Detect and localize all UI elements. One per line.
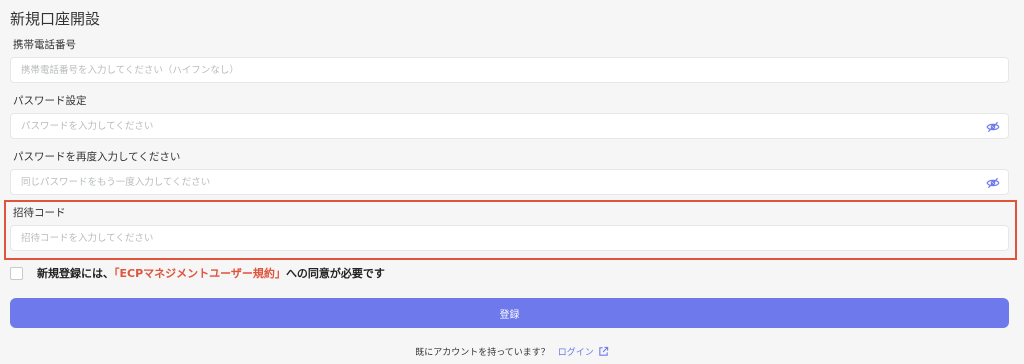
password-input[interactable]: [11, 114, 1008, 138]
external-link-icon: [599, 346, 608, 356]
phone-field: [10, 57, 1009, 83]
invite-code-field: [10, 225, 1009, 251]
agreement-prefix: 新規登録には、: [37, 267, 114, 280]
phone-label: 携帯電話番号: [13, 39, 76, 51]
password-confirm-field: [10, 169, 1009, 195]
password-field: [10, 113, 1009, 139]
phone-input[interactable]: [11, 58, 1008, 82]
register-button[interactable]: 登録: [10, 298, 1009, 328]
login-prompt-text: 既にアカウントを持っています？: [415, 348, 550, 358]
password-confirm-input[interactable]: [11, 170, 1008, 194]
login-link-label: ログイン: [557, 348, 594, 358]
login-link[interactable]: ログイン: [557, 346, 609, 358]
agreement-suffix: への同意が必要です: [285, 267, 385, 280]
password-confirm-label: パスワードを再度入力してください: [13, 151, 181, 163]
eye-slash-icon[interactable]: [986, 176, 1000, 190]
invite-code-label: 招待コード: [13, 207, 66, 219]
login-prompt: 既にアカウントを持っています？ ログイン: [0, 345, 1024, 358]
terms-link[interactable]: 「ECPマネジメントユーザー規約」: [114, 267, 286, 280]
page-title: 新規口座開設: [10, 10, 101, 28]
invite-code-input[interactable]: [11, 226, 1008, 250]
agreement-text: 新規登録には、「ECPマネジメントユーザー規約」への同意が必要です: [37, 265, 385, 281]
eye-slash-icon[interactable]: [986, 120, 1000, 134]
agreement-checkbox[interactable]: [10, 267, 23, 280]
password-label: パスワード設定: [13, 95, 87, 107]
